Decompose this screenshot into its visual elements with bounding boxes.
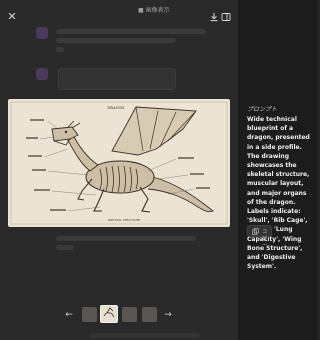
next-image-button[interactable]: → [163, 309, 173, 321]
chat-text-line [56, 47, 64, 52]
download-icon[interactable] [209, 12, 219, 22]
prompt-description: Wide technical blueprint of a dragon, pr… [247, 116, 310, 271]
thumbnail-3[interactable] [122, 307, 137, 322]
prompt-label: プロンプト [247, 106, 277, 113]
thumbnail-2-selected[interactable] [100, 305, 118, 323]
copy-label: コピー [262, 229, 268, 249]
dragon-blueprint-illustration: DRAGON SKELETAL STRUCTURE [10, 101, 228, 225]
chat-text-line [56, 236, 196, 241]
chat-attachment-card [58, 68, 176, 90]
image-caption-title: DRAGON [107, 106, 124, 110]
prompt-sidebar: プロンプト Wide technical blueprint of a drag… [238, 0, 318, 340]
thumbnail-1[interactable] [82, 307, 97, 322]
chat-text-line [56, 245, 74, 250]
viewer-title: ■ 画像表示 [138, 7, 170, 14]
panel-toggle-icon[interactable] [221, 12, 231, 22]
viewer-topbar: ✕ ■ 画像表示 [0, 0, 238, 34]
chat-text-line [56, 38, 176, 43]
copy-prompt-button[interactable]: コピー [247, 225, 272, 249]
previous-image-button[interactable]: ← [64, 309, 74, 321]
close-icon[interactable]: ✕ [6, 11, 18, 23]
avatar [36, 68, 48, 80]
thumbnail-4[interactable] [142, 307, 157, 322]
chat-text-line [90, 333, 200, 338]
dragon-thumbnail-icon [103, 307, 115, 318]
image-caption-bottom: SKELETAL STRUCTURE [108, 218, 141, 222]
copy-icon [252, 228, 259, 235]
generated-image: DRAGON SKELETAL STRUCTURE [8, 99, 230, 227]
